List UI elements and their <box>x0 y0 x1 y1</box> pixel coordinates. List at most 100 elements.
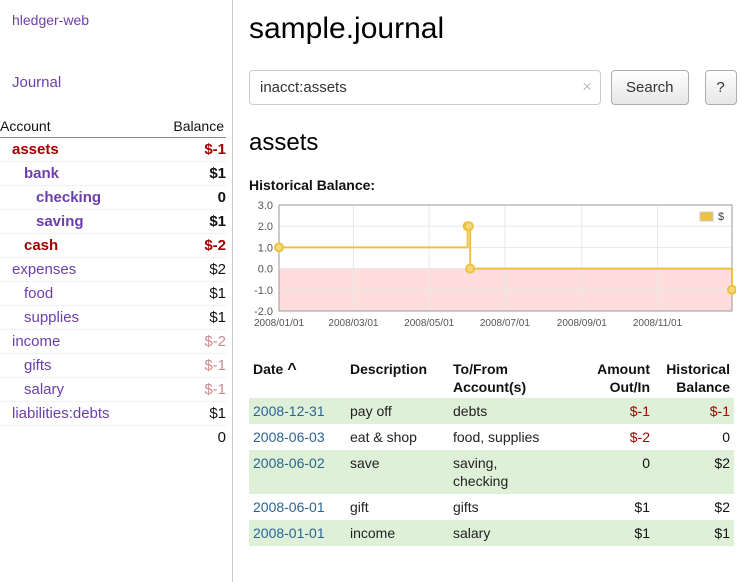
y-tick-label: 3.0 <box>258 200 273 212</box>
transaction-row: 2008-01-01incomesalary$1$1 <box>249 520 734 546</box>
account-balance: $-2 <box>153 330 226 354</box>
account-balance: $1 <box>153 402 226 426</box>
x-tick-label: 2008/09/01 <box>557 318 607 329</box>
accounts-header-balance: Balance <box>153 115 226 138</box>
account-balance: $-1 <box>153 354 226 378</box>
x-tick-label: 2008/11/01 <box>633 318 683 329</box>
tx-column-header: To/From Account(s) <box>449 358 579 398</box>
search-button[interactable]: Search <box>611 70 689 105</box>
tx-accounts: saving, checking <box>449 450 579 494</box>
account-balance: $1 <box>153 162 226 186</box>
tx-description: save <box>346 450 449 494</box>
data-point[interactable] <box>728 286 736 294</box>
sidebar-account-income[interactable]: income <box>12 333 60 350</box>
chart-legend: $ <box>696 208 728 225</box>
account-row: cash$-2 <box>0 234 226 258</box>
sidebar-account-assets[interactable]: assets <box>12 141 59 158</box>
tx-accounts: salary <box>449 520 579 546</box>
data-point[interactable] <box>275 243 283 251</box>
sidebar-account-expenses[interactable]: expenses <box>12 261 76 278</box>
app-root: hledger-web Journal Account Balance asse… <box>0 0 742 582</box>
chart-title: Historical Balance: <box>249 177 737 193</box>
sidebar-account-supplies[interactable]: supplies <box>24 309 79 326</box>
account-row: saving$1 <box>0 210 226 234</box>
account-row: expenses $2 <box>0 258 226 282</box>
accounts-table: Account Balance assets $-1 bank $1 checking 0… <box>0 115 226 449</box>
sidebar-account-salary[interactable]: salary <box>24 381 64 398</box>
data-point[interactable] <box>466 265 474 273</box>
y-tick-label: 1.0 <box>258 242 273 254</box>
search-box: × <box>249 70 601 105</box>
sidebar-account-food[interactable]: food <box>24 285 53 302</box>
y-tick-label: -1.0 <box>254 285 273 297</box>
tx-accounts: debts <box>449 398 579 424</box>
data-point[interactable] <box>465 222 473 230</box>
account-row: bank $1 <box>0 162 226 186</box>
sidebar-account-bank[interactable]: bank <box>24 165 59 182</box>
tx-column-header: Amount Out/In <box>579 358 654 398</box>
tx-amount: 0 <box>579 450 654 494</box>
sidebar-account-saving[interactable]: saving <box>36 213 84 230</box>
transaction-row: 2008-12-31pay offdebts$-1$-1 <box>249 398 734 424</box>
brand-link[interactable]: hledger-web <box>12 12 232 28</box>
account-balance: $-1 <box>153 378 226 402</box>
sidebar-account-cash[interactable]: cash <box>24 237 58 254</box>
account-row: gifts $-1 <box>0 354 226 378</box>
chart-svg: 3.02.01.00.0-1.0-2.02008/01/012008/03/01… <box>249 199 736 331</box>
sidebar-account-liabilities-debts[interactable]: liabilities:debts <box>12 405 110 422</box>
account-row: income $-2 <box>0 330 226 354</box>
account-balance: 0 <box>153 186 226 210</box>
x-tick-label: 2008/07/01 <box>480 318 530 329</box>
sidebar-item-journal[interactable]: Journal <box>12 74 232 91</box>
account-row: supplies $1 <box>0 306 226 330</box>
account-row: liabilities:debts $1 <box>0 402 226 426</box>
tx-balance: 0 <box>654 424 734 450</box>
tx-description: eat & shop <box>346 424 449 450</box>
x-tick-label: 2008/03/01 <box>328 318 378 329</box>
sort-ascending-icon[interactable]: ^ <box>287 361 296 378</box>
account-balance: $-1 <box>153 138 226 162</box>
accounts-header-row: Account Balance <box>0 115 226 138</box>
transaction-date-link[interactable]: 2008-06-01 <box>253 499 325 515</box>
tx-description: gift <box>346 494 449 520</box>
tx-column-header: Historical Balance <box>654 358 734 398</box>
legend-swatch <box>700 212 713 221</box>
tx-column-header: Description <box>346 358 449 398</box>
sidebar-account-checking[interactable]: checking <box>36 189 101 206</box>
transaction-date-link[interactable]: 2008-12-31 <box>253 403 325 419</box>
account-heading: assets <box>249 129 737 157</box>
tx-description: pay off <box>346 398 449 424</box>
transaction-row: 2008-06-02savesaving, checking0$2 <box>249 450 734 494</box>
clear-search-icon[interactable]: × <box>582 77 592 97</box>
y-tick-label: 0.0 <box>258 264 273 276</box>
main-content: sample.journal × Search ? assets Histori… <box>233 0 742 582</box>
legend-label: $ <box>718 211 724 223</box>
historical-balance-chart[interactable]: 3.02.01.00.0-1.0-2.02008/01/012008/03/01… <box>249 199 737 336</box>
account-balance: $1 <box>153 306 226 330</box>
y-tick-label: 2.0 <box>258 221 273 233</box>
tx-amount: $-1 <box>579 398 654 424</box>
search-input[interactable] <box>249 70 601 105</box>
tx-description: income <box>346 520 449 546</box>
transaction-date-link[interactable]: 2008-01-01 <box>253 525 325 541</box>
account-row: food$1 <box>0 282 226 306</box>
help-button[interactable]: ? <box>705 70 737 105</box>
accounts-total-value: 0 <box>153 426 226 450</box>
tx-balance: $2 <box>654 494 734 520</box>
tx-amount: $1 <box>579 494 654 520</box>
tx-column-header[interactable]: Date^ <box>249 358 346 398</box>
transaction-date-link[interactable]: 2008-06-03 <box>253 429 325 445</box>
search-form: × Search ? <box>249 70 737 105</box>
sidebar-account-gifts[interactable]: gifts <box>24 357 52 374</box>
tx-balance: $1 <box>654 520 734 546</box>
transaction-row: 2008-06-01 giftgifts$1$2 <box>249 494 734 520</box>
account-balance: $2 <box>153 258 226 282</box>
account-row: salary $-1 <box>0 378 226 402</box>
tx-accounts: food, supplies <box>449 424 579 450</box>
tx-amount: $-2 <box>579 424 654 450</box>
transaction-date-link[interactable]: 2008-06-02 <box>253 455 325 471</box>
transaction-row: 2008-06-03 eat & shopfood, supplies$-20 <box>249 424 734 450</box>
transactions-header-row: Date^DescriptionTo/From Account(s)Amount… <box>249 358 734 398</box>
tx-balance: $-1 <box>654 398 734 424</box>
tx-accounts: gifts <box>449 494 579 520</box>
